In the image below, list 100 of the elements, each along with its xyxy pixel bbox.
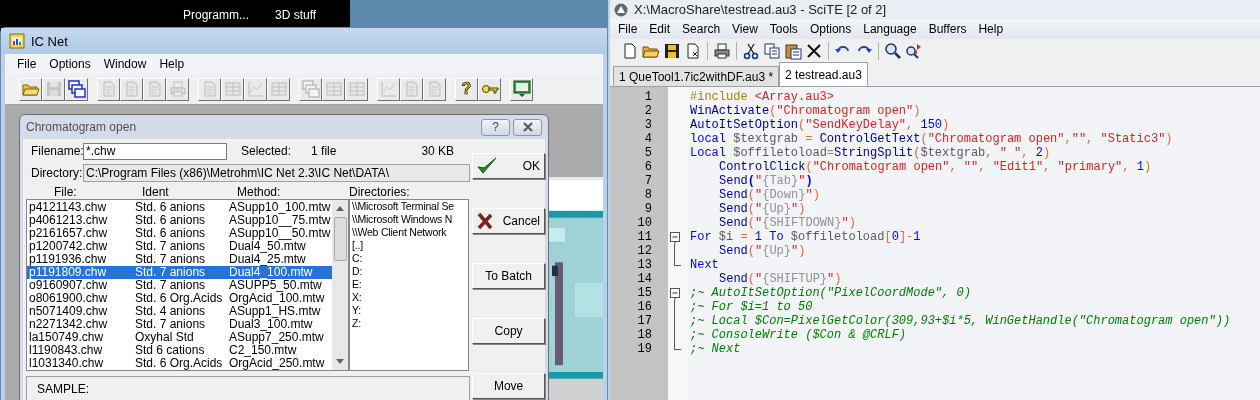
dialog-button[interactable]: To Batch [472, 263, 545, 289]
code-line: Send("{SHIFTUP}") [718, 272, 842, 286]
directory-item[interactable]: X: [352, 291, 468, 304]
file-row[interactable]: l1031340.chw Std. 6 Org.Acids OrgAcid_250.mtw [27, 357, 332, 370]
table-cell-text: n5071409.chw [28, 305, 109, 318]
dialog-button[interactable]: Cancel [472, 208, 545, 234]
file-row[interactable]: p1200742.chw Std. 7 anions Dual4_50.mtw [27, 240, 332, 253]
scroll-down-icon[interactable] [336, 359, 344, 364]
file-row[interactable]: p1191809.chw Std. 7 anions Dual4_100.mtw [27, 266, 332, 279]
directory-item[interactable]: Z: [352, 317, 468, 330]
toolbar-button[interactable] [19, 77, 42, 101]
menu-item[interactable]: View [726, 22, 764, 36]
file-row[interactable]: l1190843.chw Std 6 cations C2_150.mtw [27, 344, 332, 357]
table-cell-text: Dual4_50.mtw [229, 240, 306, 253]
table-cell-text: p1191809.chw [28, 266, 108, 279]
file-row[interactable]: la150749.chw Oxyhal Std ASupp7_250.mtw [27, 331, 332, 344]
line-number: 14 [636, 272, 653, 286]
save-icon[interactable] [663, 41, 681, 60]
menu-item[interactable]: Buffers [922, 22, 973, 36]
file-row[interactable]: p4121143.chw Std. 6 anions ASupp10_100.mtw [27, 201, 332, 214]
line-number: 15 [636, 286, 653, 300]
help-button[interactable]: ? [481, 118, 510, 136]
menu-item[interactable]: Tools [763, 22, 804, 36]
directory-item[interactable]: E: [352, 278, 468, 291]
table-cell-text: o9160907.chw [28, 279, 109, 292]
menu-item[interactable]: Edit [643, 22, 677, 36]
column-header: Method: [237, 185, 281, 199]
monitor-icon [512, 80, 531, 98]
close-file-icon[interactable] [684, 41, 702, 60]
code-line: WinActivate("Chromatogram open") [689, 104, 921, 118]
menu-item[interactable]: Language [857, 22, 923, 36]
line-number: 1 [643, 90, 653, 104]
file-row[interactable]: n5071409.chw Std. 4 anions ASupp1_HS.mtw [27, 305, 332, 318]
taskbar-item[interactable]: 3D stuff [275, 8, 317, 22]
new-file-icon[interactable] [621, 41, 639, 60]
menu-item[interactable]: Help [972, 22, 1010, 36]
dialog-button[interactable]: Copy [472, 318, 545, 344]
file-row[interactable]: p4061213.chw Std. 6 anions ASupp10__75.mtw [27, 214, 332, 227]
toolbar-button[interactable] [478, 77, 501, 101]
directory-item[interactable]: [..] [352, 239, 468, 252]
table-icon [223, 80, 242, 98]
app-icon [614, 2, 628, 17]
search-icon[interactable] [884, 41, 902, 60]
table-cell-text: ASupp1_HS.mtw [229, 305, 321, 318]
menu-item[interactable]: File [612, 22, 644, 36]
file-row[interactable]: o9160907.chw Std. 7 anions ASUPP5_50.mtw [27, 279, 332, 292]
window-title: IC Net [31, 33, 68, 49]
menu-item[interactable]: Options [803, 22, 858, 36]
menu-item[interactable]: Options [49, 57, 91, 71]
filename-field[interactable]: *.chw [83, 142, 227, 160]
menu-item[interactable]: Search [676, 22, 727, 36]
code-line: ;~ Next [689, 342, 741, 356]
column-header: File: [54, 185, 77, 199]
printer-icon[interactable] [713, 41, 731, 60]
replace-icon[interactable] [905, 41, 923, 60]
directory-item[interactable]: \\Web Client Network [352, 226, 468, 239]
fold-toggle-icon[interactable] [670, 286, 681, 300]
directory-item[interactable]: \\Microsoft Windows N [352, 213, 468, 226]
directory-item[interactable]: \\Microsoft Terminal Se [352, 200, 468, 213]
code-line: For $i = 1 To $offiletoload[0]-1 [689, 230, 921, 244]
line-number: 7 [643, 174, 653, 188]
delete-icon[interactable] [805, 41, 823, 60]
cut-icon[interactable] [742, 41, 760, 60]
code-line: ;~ For $i=1 to 50 [689, 300, 813, 314]
directory-item[interactable]: D: [352, 265, 468, 278]
scrollbar[interactable] [332, 200, 348, 370]
dialog-button[interactable]: OK [472, 153, 545, 179]
file-row[interactable]: o8061900.chw Std. 6 Org.Acids OrgAcid_100.mtw [27, 292, 332, 305]
dialog-button[interactable]: Move [472, 373, 545, 399]
checkmark-icon [477, 157, 498, 175]
fold-toggle-icon[interactable] [670, 230, 681, 244]
menu-item[interactable]: Window [103, 57, 147, 71]
file-tab[interactable]: 2 testread.au3 [779, 62, 868, 86]
table-cell-text: Std. 7 anions [135, 266, 207, 279]
scroll-up-icon[interactable] [336, 206, 344, 211]
code-line: ControlClick("Chromatogram open", "", "Edit1", "primary", 1) [718, 160, 1152, 174]
directory-item[interactable]: Y: [352, 304, 468, 317]
menu-item[interactable]: File [17, 57, 37, 71]
scroll-thumb[interactable] [333, 217, 347, 261]
line-number: 17 [636, 314, 653, 328]
chart-icon [379, 80, 398, 98]
file-row[interactable]: p2161657.chw Std. 6 anions ASupp10__50.mtw [27, 227, 332, 240]
sample-label: SAMPLE: [37, 382, 90, 396]
file-row[interactable]: p1191936.chw Std. 7 anions Dual4_25.mtw [27, 253, 332, 266]
taskbar-item[interactable]: Programm... [183, 8, 249, 22]
close-button[interactable] [513, 118, 542, 136]
toolbar-button[interactable] [65, 77, 88, 101]
directory-item[interactable]: C: [352, 252, 468, 265]
table-cell-text: Std. 6 Org.Acids [135, 292, 224, 305]
copy-icon[interactable] [763, 41, 781, 60]
table-cell-text: la150749.chw [28, 331, 105, 344]
line-number: 2 [643, 104, 653, 118]
menu-item[interactable]: Help [159, 57, 185, 71]
file-tab[interactable]: 1 QueTool1.7ic2withDF.au3 * [613, 66, 780, 86]
table-cell: ASupp10__50.mtw [229, 227, 332, 240]
dialog-title: Chromatogram open [26, 120, 138, 134]
paste-icon[interactable] [784, 41, 802, 60]
table-cell-text: p1200742.chw [28, 240, 109, 253]
file-row[interactable]: n2271342.chw Std. 7 anions Dual3_100.mtw [27, 318, 332, 331]
toolbar-button[interactable] [510, 77, 533, 101]
